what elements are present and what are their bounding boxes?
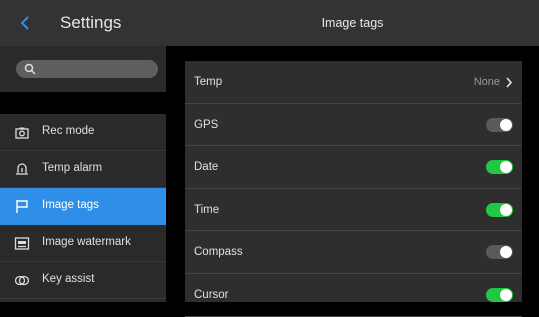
sidebar-item-rec-mode[interactable]: Rec mode xyxy=(0,114,166,151)
watermark-icon xyxy=(14,237,30,250)
back-icon[interactable] xyxy=(18,14,32,32)
setting-row-gps: GPS xyxy=(185,104,522,147)
setting-value: None xyxy=(473,76,500,88)
setting-label: Time xyxy=(194,203,220,216)
sidebar-menu: Rec mode Temp alarm Image tags Image wat… xyxy=(0,114,166,299)
sidebar-spacer xyxy=(0,92,166,114)
sidebar-item-image-tags[interactable]: Image tags xyxy=(0,188,166,225)
cursor-toggle[interactable] xyxy=(486,287,513,302)
sidebar-item-key-assist[interactable]: Key assist xyxy=(0,262,166,299)
search-input[interactable] xyxy=(16,60,158,78)
time-toggle[interactable] xyxy=(486,202,513,217)
toggle-knob xyxy=(500,118,512,131)
compass-toggle[interactable] xyxy=(486,245,513,260)
gps-toggle[interactable] xyxy=(486,117,513,132)
sidebar-header: Settings xyxy=(0,0,166,46)
chevron-right-icon xyxy=(506,77,513,88)
main-header: Image tags xyxy=(166,0,539,46)
alarm-icon xyxy=(16,163,28,175)
setting-row-temp[interactable]: Temp None xyxy=(185,61,522,104)
toggle-knob xyxy=(500,161,512,174)
key-assist-icon xyxy=(14,275,30,286)
sidebar-title: Settings xyxy=(60,13,122,32)
search-icon xyxy=(24,63,36,75)
sidebar-item-label: Rec mode xyxy=(42,125,95,137)
sidebar-item-temp-alarm[interactable]: Temp alarm xyxy=(0,151,166,188)
setting-label: GPS xyxy=(194,118,219,131)
toggle-knob xyxy=(500,246,512,259)
setting-label: Compass xyxy=(194,246,243,259)
sidebar: Settings Rec mode Temp alarm Image tags … xyxy=(0,0,166,302)
search-area xyxy=(0,46,166,92)
sidebar-item-label: Temp alarm xyxy=(42,162,103,174)
flag-icon xyxy=(16,200,28,213)
settings-panel: Temp None GPS Date Time Compass Cursor xyxy=(185,61,522,317)
setting-label: Cursor xyxy=(194,288,229,301)
camera-icon xyxy=(15,127,29,139)
page-title: Image tags xyxy=(321,16,384,30)
setting-row-compass: Compass xyxy=(185,231,522,274)
sidebar-item-image-watermark[interactable]: Image watermark xyxy=(0,225,166,262)
setting-row-cursor: Cursor xyxy=(185,274,522,317)
toggle-knob xyxy=(500,288,512,301)
sidebar-item-label: Image watermark xyxy=(42,236,131,248)
setting-label: Temp xyxy=(194,76,223,88)
toggle-knob xyxy=(500,203,512,216)
setting-label: Date xyxy=(194,161,219,174)
sidebar-item-label: Image tags xyxy=(42,199,99,211)
setting-row-date: Date xyxy=(185,146,522,189)
date-toggle[interactable] xyxy=(486,160,513,175)
sidebar-item-label: Key assist xyxy=(42,273,95,285)
setting-row-time: Time xyxy=(185,189,522,232)
